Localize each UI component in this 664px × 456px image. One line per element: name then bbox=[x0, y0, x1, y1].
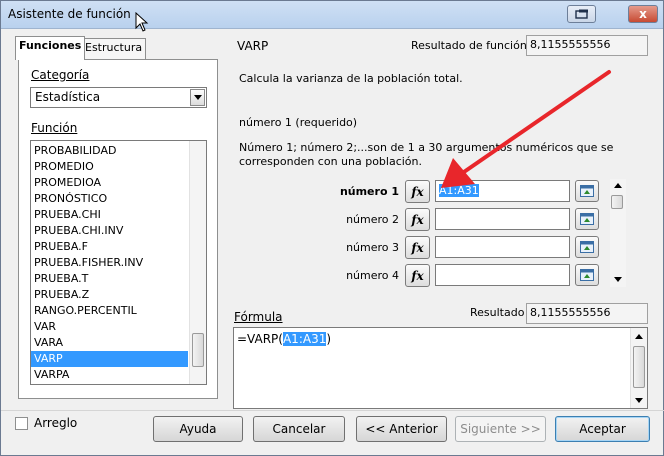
argument-input-4[interactable] bbox=[435, 264, 570, 286]
function-wizard-dialog: Asistente de función x Funciones Estruct… bbox=[0, 0, 664, 456]
array-label: Arreglo bbox=[34, 416, 78, 430]
scroll-down-icon[interactable] bbox=[635, 398, 643, 403]
restore-icon bbox=[574, 9, 588, 19]
list-item[interactable]: PROBABILIDAD bbox=[31, 143, 188, 159]
window-title: Asistente de función bbox=[8, 7, 131, 21]
list-item[interactable]: PRUEBA.T bbox=[31, 271, 188, 287]
tab-funciones[interactable]: Funciones bbox=[15, 36, 86, 60]
fx-button-3[interactable]: fx bbox=[405, 236, 430, 259]
fx-icon: fx bbox=[411, 212, 424, 227]
fx-icon: fx bbox=[411, 240, 424, 255]
function-list-scrollbar[interactable] bbox=[189, 141, 206, 384]
list-item[interactable]: PROMEDIO bbox=[31, 159, 188, 175]
category-value: Estadística bbox=[35, 90, 101, 104]
chevron-down-icon bbox=[193, 95, 202, 100]
previous-button[interactable]: << Anterior bbox=[356, 416, 447, 442]
argument-label-4: número 4 bbox=[346, 269, 399, 282]
argument-title: número 1 (requerido) bbox=[239, 116, 358, 129]
list-item[interactable]: PRONÓSTICO bbox=[31, 191, 188, 207]
shrink-button-4[interactable] bbox=[575, 264, 599, 286]
select-range-icon bbox=[580, 269, 594, 281]
list-item[interactable]: PRUEBA.Z bbox=[31, 287, 188, 303]
list-item[interactable]: PRUEBA.CHI.INV bbox=[31, 223, 188, 239]
scroll-down-icon[interactable] bbox=[614, 277, 622, 282]
argument-label-1: número 1 bbox=[339, 185, 399, 198]
close-button[interactable]: x bbox=[628, 5, 658, 23]
cancel-button[interactable]: Cancelar bbox=[253, 416, 345, 442]
argument-description-line2: corresponden con una población. bbox=[239, 155, 423, 168]
scrollbar-thumb[interactable] bbox=[192, 333, 204, 367]
category-select[interactable]: Estadística bbox=[30, 87, 207, 108]
accept-button[interactable]: Aceptar bbox=[555, 416, 650, 442]
title-bar[interactable]: Asistente de función x bbox=[1, 1, 663, 32]
formula-selected-range: A1:A31 bbox=[282, 332, 327, 346]
scrollbar-thumb[interactable] bbox=[633, 346, 645, 388]
help-button[interactable]: Ayuda bbox=[153, 416, 243, 442]
category-label: Categoría bbox=[31, 68, 90, 82]
list-item-selected[interactable]: VARP bbox=[31, 351, 188, 367]
function-description: Calcula la varianza de la población tota… bbox=[239, 72, 463, 85]
formula-label: Fórmula bbox=[234, 310, 283, 324]
fx-button-4[interactable]: fx bbox=[405, 264, 430, 287]
list-item[interactable]: PRUEBA.FISHER.INV bbox=[31, 255, 188, 271]
close-icon: x bbox=[639, 7, 647, 21]
argument-input-3[interactable] bbox=[435, 236, 570, 258]
function-name: VARP bbox=[237, 39, 269, 53]
list-item[interactable]: VARA bbox=[31, 335, 188, 351]
list-item[interactable]: PRUEBA.CHI bbox=[31, 207, 188, 223]
tab-estructura[interactable]: Estructura bbox=[81, 38, 147, 59]
annotation-arrow-icon bbox=[441, 70, 611, 188]
list-item[interactable]: PROMEDIOA bbox=[31, 175, 188, 191]
argument-label-3: número 3 bbox=[346, 241, 399, 254]
fx-button-2[interactable]: fx bbox=[405, 208, 430, 231]
mouse-cursor-icon bbox=[135, 12, 149, 32]
result-label: Resultado bbox=[470, 306, 525, 319]
formula-text: =VARP(A1:A31) bbox=[237, 332, 331, 346]
function-result-label: Resultado de función bbox=[411, 39, 527, 52]
fx-button-1[interactable]: fx bbox=[405, 180, 430, 203]
fx-icon: fx bbox=[411, 268, 424, 283]
list-item[interactable]: VAR bbox=[31, 319, 188, 335]
select-range-icon bbox=[580, 213, 594, 225]
formula-suffix: ) bbox=[326, 332, 332, 346]
argument-label-2: número 2 bbox=[346, 213, 399, 226]
select-range-icon bbox=[580, 241, 594, 253]
result-field: 8,1155555556 bbox=[526, 303, 648, 324]
argument-input-2[interactable] bbox=[435, 208, 570, 230]
dropdown-button[interactable] bbox=[190, 89, 205, 106]
formula-scrollbar[interactable] bbox=[630, 328, 647, 408]
formula-prefix: =VARP( bbox=[237, 332, 283, 346]
function-label: Función bbox=[31, 121, 78, 135]
scrollbar-thumb[interactable] bbox=[611, 195, 623, 209]
scroll-up-icon[interactable] bbox=[635, 334, 643, 339]
formula-editor[interactable]: =VARP(A1:A31) bbox=[233, 327, 648, 409]
list-item[interactable]: VARPA bbox=[31, 367, 188, 383]
list-item[interactable]: PRUEBA.F bbox=[31, 239, 188, 255]
footer-divider bbox=[1, 410, 664, 411]
function-result-field: 8,1155555556 bbox=[526, 35, 648, 56]
array-checkbox[interactable] bbox=[15, 417, 28, 430]
shrink-button-2[interactable] bbox=[575, 208, 599, 230]
next-button[interactable]: Siguiente >> bbox=[455, 416, 546, 442]
function-listbox[interactable]: PROBABILIDAD PROMEDIO PROMEDIOA PRONÓSTI… bbox=[30, 140, 207, 385]
shrink-button-3[interactable] bbox=[575, 236, 599, 258]
fx-icon: fx bbox=[411, 184, 424, 199]
restore-button[interactable] bbox=[567, 5, 596, 23]
list-item[interactable]: RANGO.PERCENTIL bbox=[31, 303, 188, 319]
